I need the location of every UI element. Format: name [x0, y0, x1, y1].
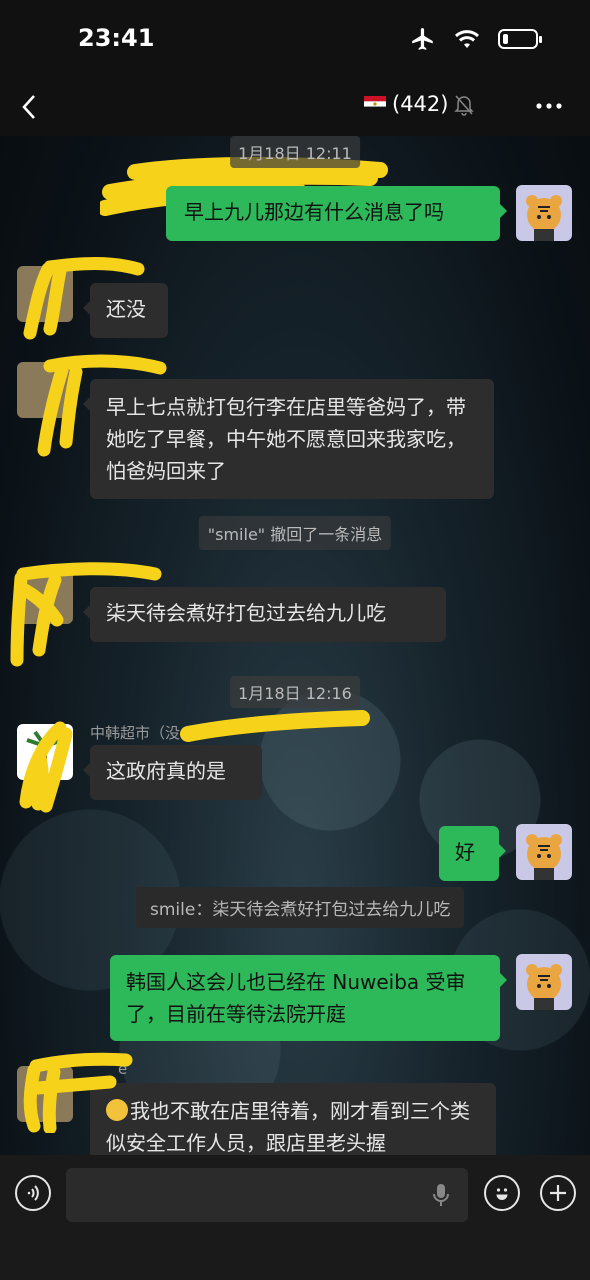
flag-icon: [364, 96, 386, 112]
timestamp: 1月18日 12:11: [230, 136, 360, 168]
avatar-self[interactable]: [516, 824, 572, 880]
avatar-member[interactable]: [17, 266, 73, 322]
palm-tree-avatar-icon: [26, 730, 64, 774]
avatar-self[interactable]: [516, 185, 572, 241]
wifi-icon: [454, 30, 480, 48]
chevron-left-icon: [22, 95, 35, 119]
tiger-avatar-icon: [526, 964, 562, 1010]
redaction-mark: [180, 710, 370, 742]
status-icons: [410, 26, 542, 52]
message-bubble-incoming[interactable]: 这政府真的是: [83, 745, 262, 800]
mic-icon[interactable]: [432, 1182, 450, 1208]
message-bubble-incoming[interactable]: 还没: [83, 283, 168, 338]
avatar-member[interactable]: [17, 362, 73, 418]
mute-bell-icon: [454, 95, 474, 116]
message-bubble-outgoing[interactable]: 早上九儿那边有什么消息了吗: [166, 186, 507, 241]
avatar-member[interactable]: [17, 568, 73, 624]
message-bubble-incoming[interactable]: 柒天待会煮好打包过去给九儿吃: [83, 587, 446, 642]
avatar-self[interactable]: [516, 954, 572, 1010]
status-bar: 23:41: [0, 0, 590, 80]
recall-notice: "smile" 撤回了一条消息: [198, 516, 392, 550]
back-button[interactable]: [20, 92, 38, 130]
voice-icon: [27, 1185, 39, 1201]
message-bubble-incoming[interactable]: 早上七点就打包行李在店里等爸妈了，带她吃了早餐，中午她不愿意回来我家吃，怕爸妈回…: [83, 379, 494, 499]
airplane-icon: [412, 28, 433, 50]
message-text: 我也不敢在店里待着，刚才看到三个类似安全工作人员，跟店里老头握: [106, 1099, 470, 1155]
battery-icon: [498, 29, 542, 49]
sender-name: e: [118, 1060, 128, 1078]
cry-laugh-emoji-icon: [106, 1099, 128, 1121]
status-time: 23:41: [78, 24, 155, 52]
tiger-avatar-icon: [526, 195, 562, 241]
quoted-message[interactable]: smile：柒天待会煮好打包过去给九儿吃: [136, 887, 465, 928]
voice-button[interactable]: [15, 1175, 51, 1211]
more-dots-icon: [536, 103, 562, 109]
message-input[interactable]: [66, 1168, 468, 1222]
sender-name: 中韩超市（没: [90, 724, 181, 742]
emoji-button[interactable]: [484, 1175, 520, 1211]
member-count: (442): [392, 92, 449, 116]
timestamp: 1月18日 12:16: [230, 676, 360, 708]
message-bubble-outgoing[interactable]: 好: [439, 826, 506, 881]
tiger-avatar-icon: [526, 834, 562, 880]
input-bar: [0, 1155, 590, 1280]
plus-icon: [550, 1185, 566, 1201]
message-bubble-incoming[interactable]: 我也不敢在店里待着，刚才看到三个类似安全工作人员，跟店里老头握: [90, 1083, 496, 1159]
chat-header: (442): [0, 80, 590, 216]
avatar-member[interactable]: [17, 724, 73, 780]
plus-button[interactable]: [540, 1175, 576, 1211]
message-bubble-outgoing[interactable]: 韩国人这会儿也已经在 Nuweiba 受审了，目前在等待法院开庭: [110, 955, 507, 1041]
more-button[interactable]: [536, 88, 562, 131]
avatar-member[interactable]: [17, 1066, 73, 1122]
emoji-icon: [496, 1188, 508, 1200]
